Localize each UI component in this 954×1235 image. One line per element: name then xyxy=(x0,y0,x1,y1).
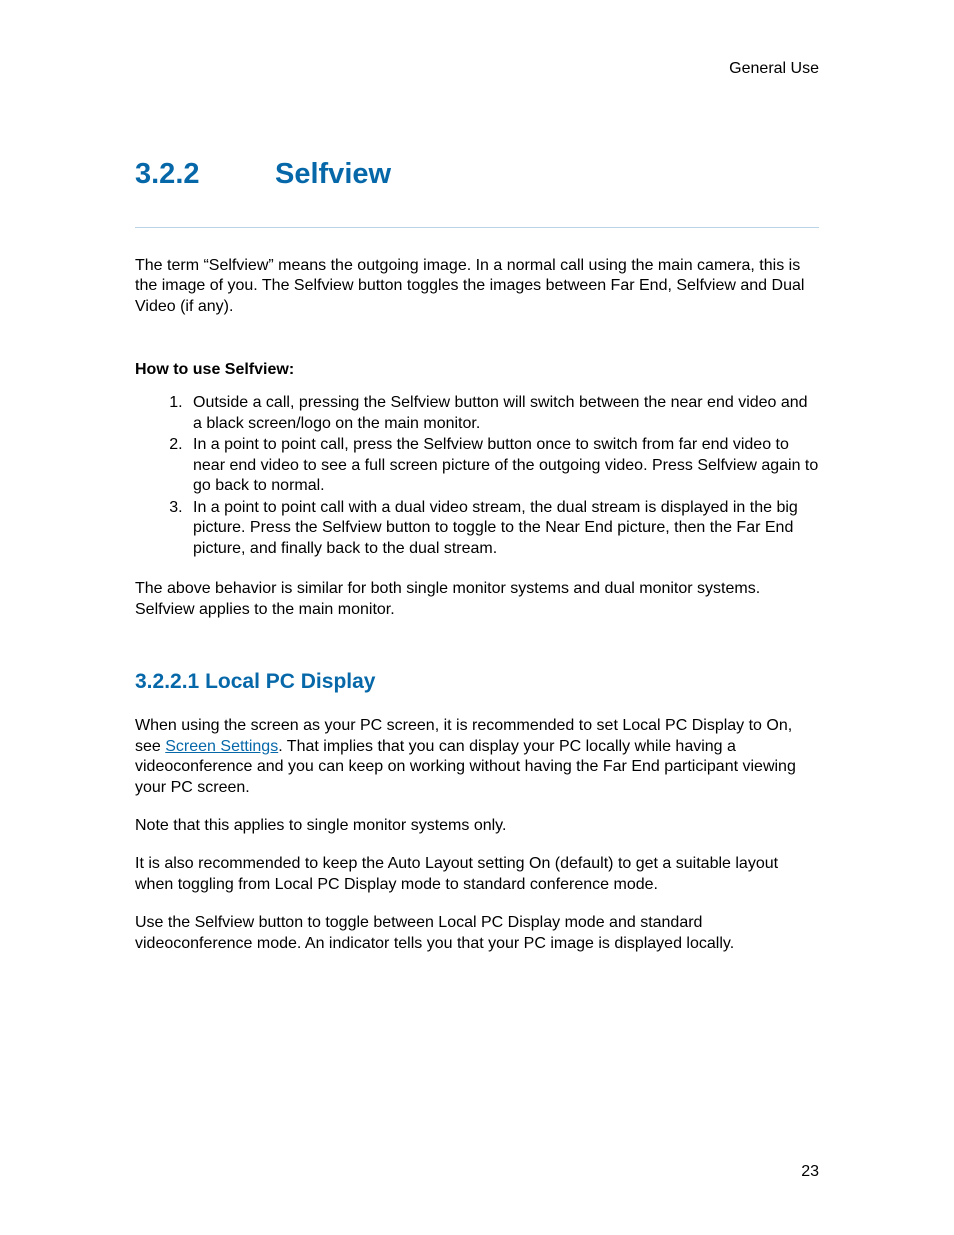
sub-para-2: Note that this applies to single monitor… xyxy=(135,816,819,836)
intro-paragraph: The term “Selfview” means the outgoing i… xyxy=(135,256,819,317)
chapter-number: 3.2.2 xyxy=(135,158,275,191)
sub-para-4: Use the Selfview button to toggle betwee… xyxy=(135,913,819,954)
sub-para-3: It is also recommended to keep the Auto … xyxy=(135,854,819,895)
sub-para-1: When using the screen as your PC screen,… xyxy=(135,716,819,798)
chapter-heading: 3.2.2Selfview xyxy=(135,158,819,191)
list-item: In a point to point call with a dual vid… xyxy=(187,498,819,559)
heading-divider xyxy=(135,227,819,228)
subheading: 3.2.2.1 Local PC Display xyxy=(135,670,819,694)
howto-list: Outside a call, pressing the Selfview bu… xyxy=(187,393,819,559)
page-header-right: General Use xyxy=(135,60,819,78)
page-number: 23 xyxy=(801,1163,819,1181)
list-item: In a point to point call, press the Self… xyxy=(187,435,819,496)
list-item: Outside a call, pressing the Selfview bu… xyxy=(187,393,819,434)
chapter-title: Selfview xyxy=(275,158,391,190)
screen-settings-link[interactable]: Screen Settings xyxy=(165,738,278,755)
note-after-list: The above behavior is similar for both s… xyxy=(135,579,819,620)
subheading-number: 3.2.2.1 xyxy=(135,670,199,693)
howto-label: How to use Selfview: xyxy=(135,361,819,379)
subheading-title: Local PC Display xyxy=(205,670,375,693)
